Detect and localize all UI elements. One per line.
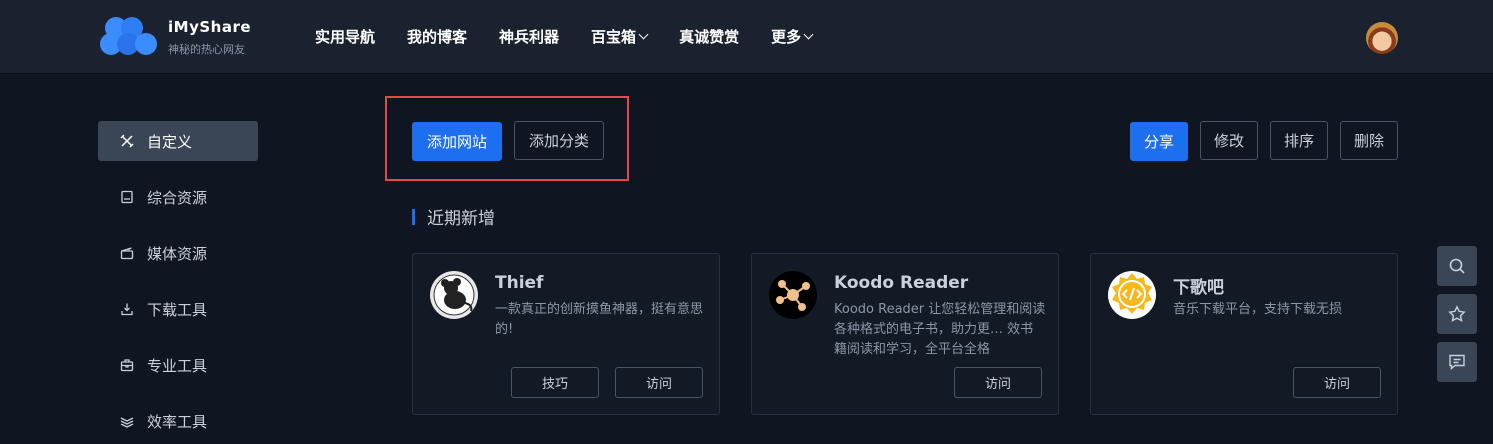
sidebar-item-efficiency[interactable]: 效率工具: [98, 401, 258, 441]
edit-button[interactable]: 修改: [1200, 121, 1258, 160]
comment-tool-button[interactable]: [1437, 342, 1477, 382]
comment-icon: [1449, 354, 1465, 371]
visit-button[interactable]: 访问: [954, 367, 1042, 398]
sort-button[interactable]: 排序: [1270, 121, 1328, 160]
cloud-logo-icon[interactable]: [98, 15, 160, 57]
add-site-button[interactable]: 添加网站: [412, 122, 502, 161]
tools-icon: [120, 134, 134, 148]
search-icon: [1449, 258, 1465, 274]
site-card-xiageba[interactable]: 下歌吧 音乐下载平台，支持下载无损 访问: [1090, 253, 1398, 415]
xiageba-logo-icon: [1108, 271, 1156, 319]
koodo-logo-icon: [769, 271, 817, 319]
delete-button[interactable]: 删除: [1340, 121, 1398, 160]
download-icon: [121, 303, 133, 316]
sidebar-item-resources[interactable]: 综合资源: [98, 177, 258, 217]
nav-item-shiyong[interactable]: 实用导航: [315, 26, 375, 47]
card-description: 音乐下载平台，支持下载无损: [1173, 302, 1343, 317]
star-icon: [1448, 305, 1466, 322]
card-title[interactable]: 下歌吧: [1173, 273, 1224, 298]
chevron-down-icon: [638, 29, 649, 40]
brand-subtitle: 神秘的热心网友: [168, 43, 245, 56]
nav-item-toolbox[interactable]: 百宝箱: [591, 26, 649, 47]
chevron-down-icon: [803, 29, 814, 40]
tips-button[interactable]: 技巧: [511, 367, 599, 398]
nav-item-donate[interactable]: 真诚赞赏: [679, 26, 739, 47]
main-nav: 实用导航 我的博客 神兵利器 百宝箱 真诚赞赏 更多: [315, 26, 844, 47]
sidebar-item-pro[interactable]: 专业工具: [98, 345, 258, 385]
favorite-tool-button[interactable]: [1437, 294, 1477, 334]
layers-icon: [120, 417, 134, 428]
visit-button[interactable]: 访问: [1293, 367, 1381, 398]
card-description: Koodo Reader 让您轻松管理和阅读各种格式的电子书，助力更… 效书籍阅…: [834, 302, 1046, 357]
section-title-bar: [412, 208, 415, 225]
section-title: 近期新增: [412, 204, 495, 229]
brand-title[interactable]: iMyShare: [168, 18, 251, 36]
box-icon: [121, 190, 133, 204]
card-description: 一款真正的创新摸鱼神器，挺有意思的!: [495, 302, 704, 337]
site-card-koodo[interactable]: Koodo Reader Koodo Reader 让您轻松管理和阅读各种格式的…: [751, 253, 1059, 415]
nav-item-tools[interactable]: 神兵利器: [499, 26, 559, 47]
sidebar-item-download[interactable]: 下载工具: [98, 289, 258, 329]
film-icon: [120, 247, 134, 260]
toolbox-icon: [120, 359, 134, 372]
sidebar-item-custom[interactable]: 自定义: [98, 121, 258, 161]
share-button[interactable]: 分享: [1130, 122, 1188, 161]
card-title[interactable]: Koodo Reader: [834, 273, 968, 293]
thief-logo-icon: [430, 271, 478, 319]
avatar[interactable]: [1366, 22, 1398, 54]
nav-item-more[interactable]: 更多: [771, 26, 814, 47]
nav-item-blog[interactable]: 我的博客: [407, 26, 467, 47]
add-category-button[interactable]: 添加分类: [514, 121, 604, 160]
visit-button[interactable]: 访问: [615, 367, 703, 398]
card-title[interactable]: Thief: [495, 273, 543, 293]
sidebar: 自定义 综合资源 媒体资源 下载工具 专业工具 效率工具: [98, 121, 258, 444]
search-tool-button[interactable]: [1437, 246, 1477, 286]
top-header: iMyShare 神秘的热心网友 实用导航 我的博客 神兵利器 百宝箱 真诚赞赏…: [0, 0, 1493, 74]
sidebar-item-media[interactable]: 媒体资源: [98, 233, 258, 273]
site-card-thief[interactable]: Thief 一款真正的创新摸鱼神器，挺有意思的! 技巧 访问: [412, 253, 720, 415]
